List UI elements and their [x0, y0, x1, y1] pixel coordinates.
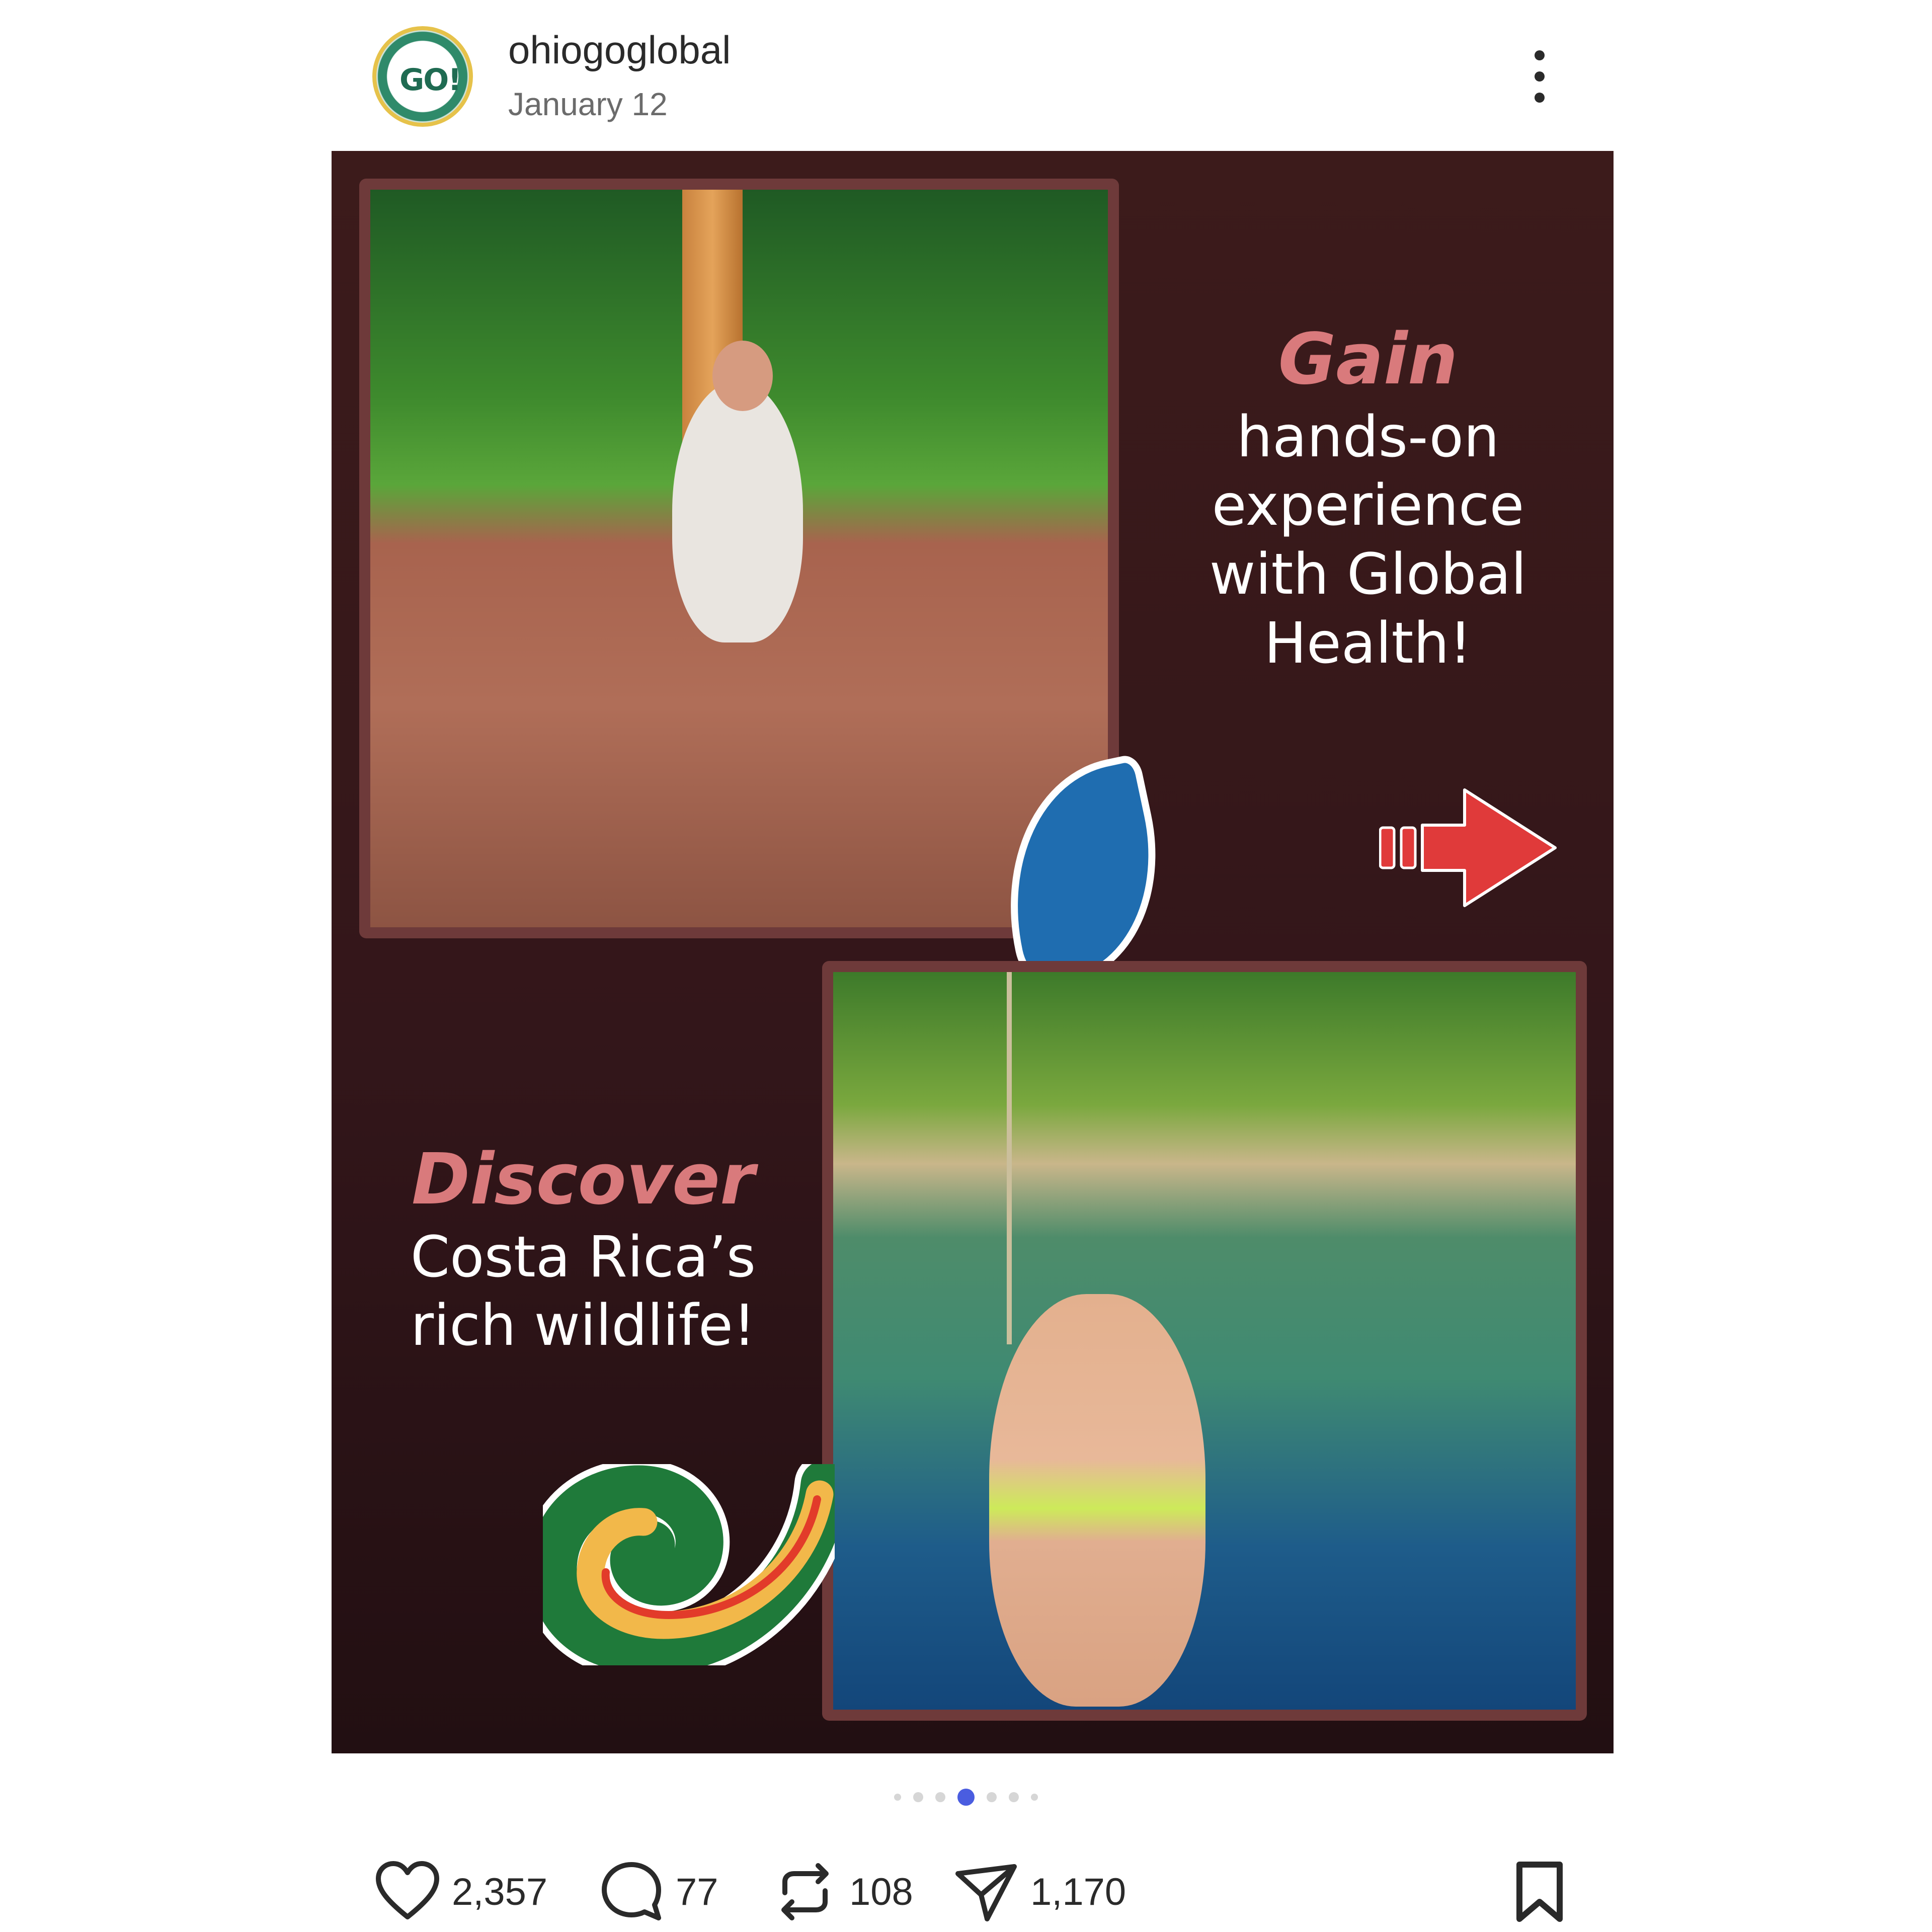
instructor-figure	[672, 381, 803, 642]
repost-button[interactable]: 108	[770, 1857, 913, 1927]
bookmark-icon	[1516, 1862, 1563, 1922]
rope	[1007, 972, 1012, 1344]
action-bar: 2,357 77 108 1,170	[372, 1857, 1590, 1927]
carousel-dot[interactable]	[913, 1792, 923, 1802]
headline-gain-accent: Gain	[1278, 318, 1458, 400]
like-button[interactable]: 2,357	[372, 1857, 547, 1927]
share-button[interactable]: 1,170	[951, 1857, 1126, 1927]
post-header: GO! ohiogoglobal January 12	[372, 20, 1575, 136]
headline-discover-text: Costa Rica’s rich wildlife!	[410, 1224, 756, 1359]
username[interactable]: ohiogoglobal	[508, 27, 731, 73]
photo-group-discussion	[359, 179, 1119, 938]
avatar-logo-text: GO!	[399, 62, 462, 98]
carousel-dot[interactable]	[987, 1792, 997, 1802]
swinging-person	[989, 1294, 1205, 1707]
share-count: 1,170	[1030, 1870, 1126, 1913]
share-icon	[955, 1864, 1017, 1921]
avatar[interactable]: GO!	[372, 26, 473, 127]
carousel-dot-active[interactable]	[957, 1789, 975, 1806]
instructor-head	[712, 341, 773, 411]
carousel-indicator	[0, 1789, 1932, 1806]
repost-count: 108	[849, 1870, 913, 1913]
carousel-dot[interactable]	[894, 1794, 901, 1801]
headline-gain-text: hands-on experience with Global Health!	[1209, 404, 1527, 676]
like-count: 2,357	[452, 1870, 548, 1913]
bookmark-button[interactable]	[1504, 1857, 1575, 1927]
heart-icon	[376, 1861, 439, 1919]
headline-discover: Discover Costa Rica’s rich wildlife!	[362, 1137, 804, 1360]
repost-icon	[781, 1863, 829, 1920]
carousel-dot[interactable]	[935, 1792, 945, 1802]
carousel-dot[interactable]	[1031, 1794, 1038, 1801]
comment-icon	[602, 1862, 661, 1920]
post-image[interactable]: Gain hands-on experience with Global Hea…	[332, 151, 1614, 1753]
more-options-icon[interactable]	[1524, 50, 1555, 106]
arrow-right-icon	[1379, 788, 1557, 907]
carousel-dot[interactable]	[1009, 1792, 1019, 1802]
comment-button[interactable]: 77	[596, 1857, 718, 1927]
headline-gain: Gain hands-on experience with Global Hea…	[1162, 317, 1574, 678]
post-date: January 12	[508, 86, 668, 122]
photo-rope-swing	[822, 961, 1587, 1721]
headline-discover-accent: Discover	[412, 1139, 755, 1221]
comment-count: 77	[676, 1870, 718, 1913]
swirl-decoration	[543, 1464, 835, 1665]
